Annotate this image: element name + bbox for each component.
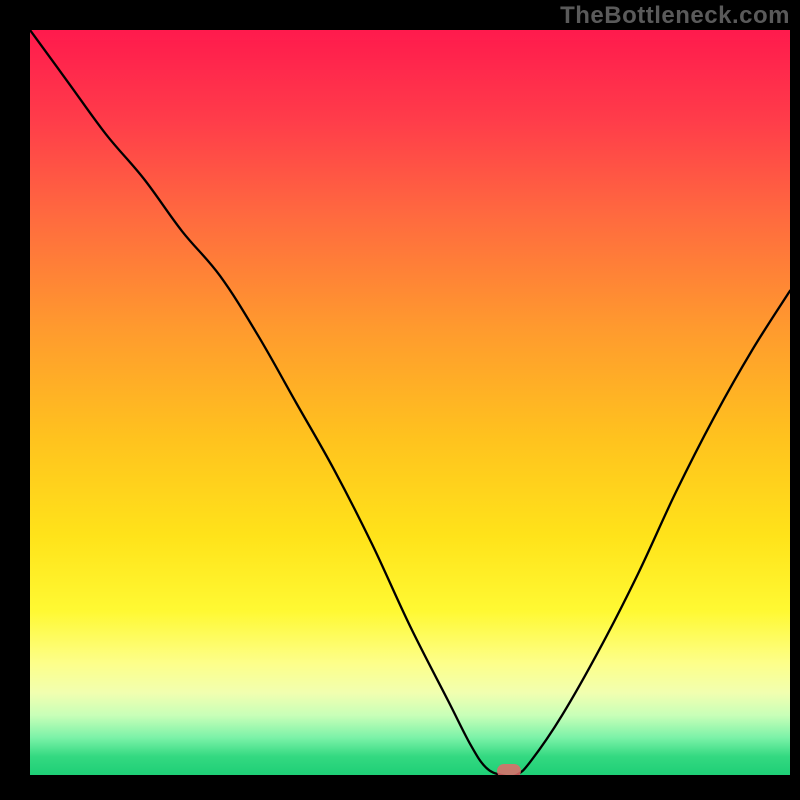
chart-frame: TheBottleneck.com xyxy=(0,0,800,800)
plot-area xyxy=(30,30,790,775)
optimal-marker xyxy=(497,764,521,775)
watermark-text: TheBottleneck.com xyxy=(560,2,790,30)
bottleneck-curve xyxy=(30,30,790,775)
